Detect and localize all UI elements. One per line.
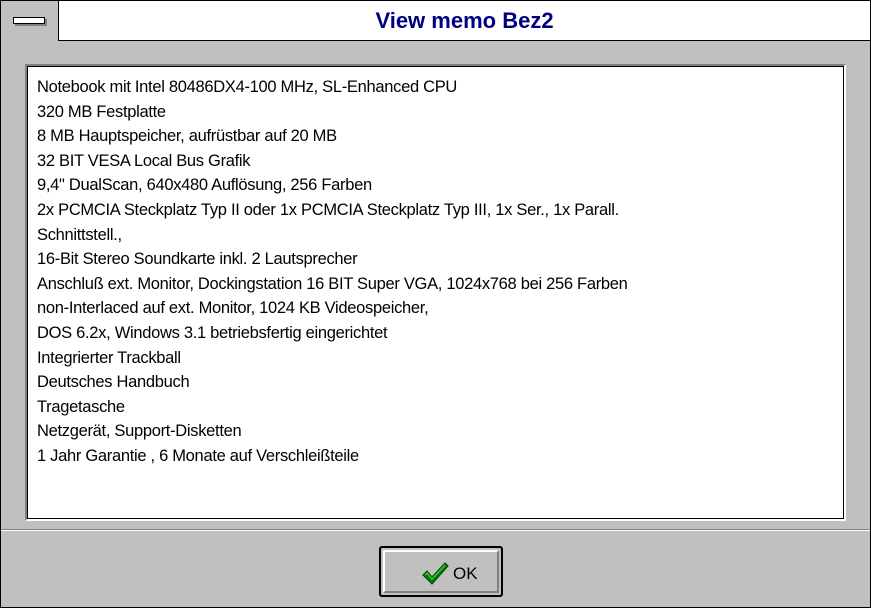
memo-line: Anschluß ext. Monitor, Dockingstation 16…	[37, 274, 628, 293]
memo-line: Deutsches Handbuch	[37, 373, 190, 392]
memo-line: 320 MB Festplatte	[37, 102, 166, 121]
ok-button[interactable]: OK	[379, 546, 503, 597]
divider-highlight	[1, 530, 870, 531]
memo-line: Netzgerät, Support-Disketten	[37, 422, 242, 441]
memo-line: non-Interlaced auf ext. Monitor, 1024 KB…	[37, 299, 429, 318]
memo-line: 1 Jahr Garantie , 6 Monate auf Verschlei…	[37, 446, 359, 465]
memo-line: Schnittstell.,	[37, 225, 122, 244]
system-menu-icon	[13, 17, 45, 24]
memo-line: 9,4" DualScan, 640x480 Auflösung, 256 Fa…	[37, 176, 372, 195]
memo-line: Notebook mit Intel 80486DX4-100 MHz, SL-…	[37, 78, 458, 96]
ok-button-face: OK	[383, 550, 499, 593]
memo-line: 32 BIT VESA Local Bus Grafik	[37, 151, 251, 170]
memo-text-area[interactable]: Notebook mit Intel 80486DX4-100 MHz, SL-…	[25, 64, 846, 521]
memo-line: DOS 6.2x, Windows 3.1 betriebsfertig ein…	[37, 323, 388, 342]
checkmark-icon	[422, 562, 449, 585]
memo-line: 8 MB Hauptspeicher, aufrüstbar auf 20 MB	[37, 127, 337, 146]
memo-dialog-window: View memo Bez2 Notebook mit Intel 80486D…	[0, 0, 871, 608]
memo-line: 16-Bit Stereo Soundkarte inkl. 2 Lautspr…	[37, 250, 358, 269]
memo-line: 2x PCMCIA Steckplatz Typ II oder 1x PCMC…	[37, 200, 619, 219]
system-menu-button[interactable]	[1, 1, 59, 41]
memo-line: Integrierter Trackball	[37, 348, 181, 367]
title-bar[interactable]: View memo Bez2	[1, 1, 870, 41]
window-title: View memo Bez2	[375, 8, 554, 33]
ok-button-label: OK	[453, 564, 478, 583]
memo-line: Tragetasche	[37, 397, 125, 416]
